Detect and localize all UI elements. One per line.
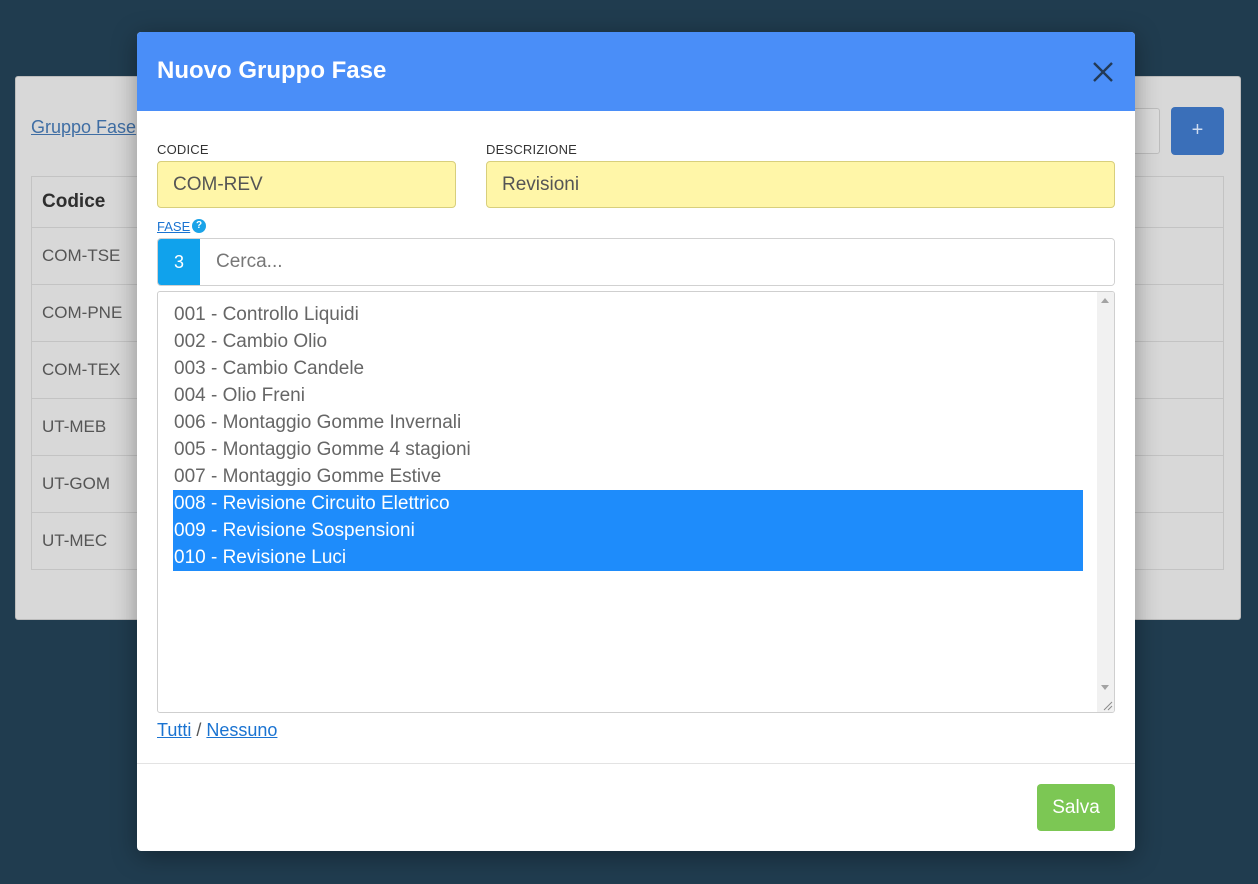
fase-options: 001 - Controllo Liquidi 002 - Cambio Olio… (173, 301, 1083, 571)
list-item[interactable]: 009 - Revisione Sospensioni (173, 517, 1083, 544)
list-item[interactable]: 007 - Montaggio Gomme Estive (173, 463, 1083, 490)
list-item[interactable]: 005 - Montaggio Gomme 4 stagioni (173, 436, 1083, 463)
breadcrumb-link[interactable]: Gruppo Fase (31, 117, 136, 138)
list-item[interactable]: 010 - Revisione Luci (173, 544, 1083, 571)
select-links: Tutti / Nessuno (157, 720, 277, 741)
footer-divider (137, 763, 1135, 764)
fase-multiselect-list[interactable]: 001 - Controllo Liquidi 002 - Cambio Olio… (157, 291, 1115, 713)
descrizione-label: DESCRIZIONE (486, 142, 578, 157)
modal-header: Nuovo Gruppo Fase (137, 32, 1135, 111)
scrollbar[interactable] (1097, 292, 1114, 712)
codice-input[interactable] (157, 161, 456, 208)
select-all-link[interactable]: Tutti (157, 720, 191, 740)
list-item[interactable]: 008 - Revisione Circuito Elettrico (173, 490, 1083, 517)
scroll-down-arrow-icon[interactable] (1101, 685, 1109, 690)
scroll-up-arrow-icon[interactable] (1101, 298, 1109, 303)
list-item[interactable]: 003 - Cambio Candele (173, 355, 1083, 382)
select-none-link[interactable]: Nessuno (206, 720, 277, 740)
fase-search-group: 3 (157, 238, 1115, 286)
codice-label: CODICE (157, 142, 209, 157)
list-item[interactable]: 004 - Olio Freni (173, 382, 1083, 409)
fase-search-input[interactable] (200, 239, 1114, 285)
save-button[interactable]: Salva (1037, 784, 1115, 831)
new-group-modal: Nuovo Gruppo Fase CODICE DESCRIZIONE FAS… (137, 32, 1135, 851)
fase-label-link[interactable]: FASE (157, 219, 190, 234)
resize-grip-icon[interactable] (1101, 699, 1113, 711)
list-item[interactable]: 002 - Cambio Olio (173, 328, 1083, 355)
help-icon[interactable]: ? (192, 219, 206, 233)
selected-count-badge: 3 (158, 239, 200, 285)
list-item[interactable]: 001 - Controllo Liquidi (173, 301, 1083, 328)
add-button[interactable]: + (1171, 107, 1224, 155)
list-item[interactable]: 006 - Montaggio Gomme Invernali (173, 409, 1083, 436)
descrizione-input[interactable] (486, 161, 1115, 208)
separator: / (196, 720, 202, 740)
modal-title: Nuovo Gruppo Fase (157, 57, 387, 84)
close-icon[interactable] (1087, 56, 1119, 88)
